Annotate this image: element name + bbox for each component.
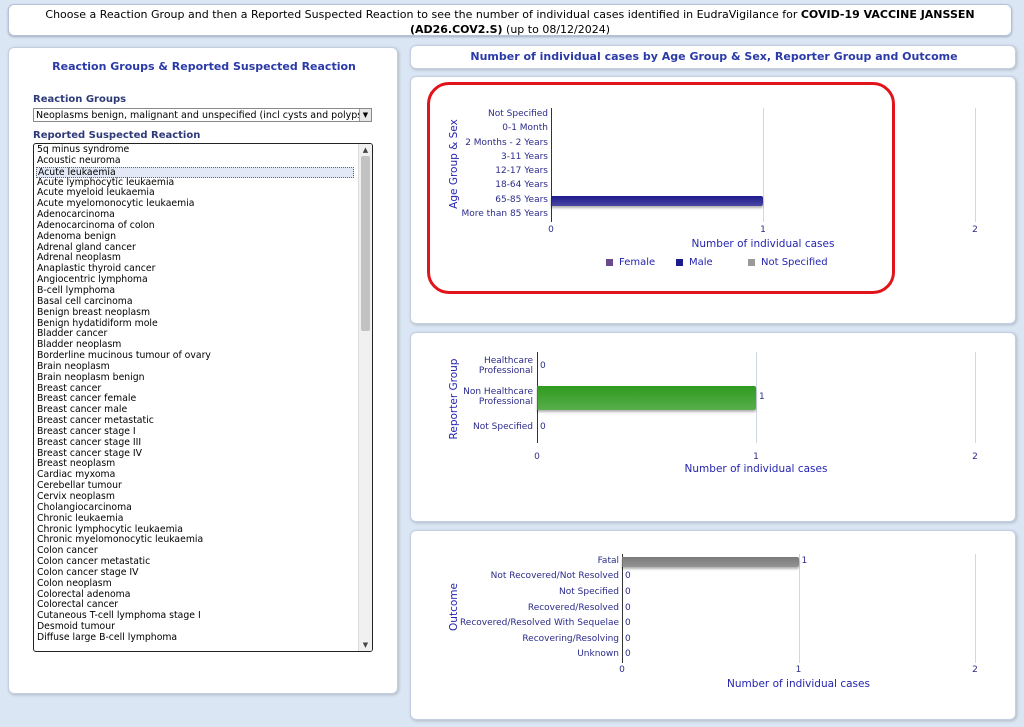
vaccine-name: COVID-19 VACCINE JANSSEN — [800, 8, 975, 21]
date-note: (up to 08/12/2024) — [502, 23, 611, 36]
gridline — [975, 352, 976, 443]
data-label: 0 — [625, 602, 631, 613]
data-bar[interactable] — [537, 385, 756, 410]
header-text: Choose a Reaction Group and then a Repor… — [45, 8, 801, 21]
y-tick-label: Fatal — [597, 555, 619, 566]
x-tick-label: 1 — [753, 452, 759, 462]
scroll-up-icon[interactable]: ▲ — [359, 144, 372, 156]
listbox-scrollbar[interactable]: ▲ ▼ — [358, 144, 372, 651]
charts-title: Number of individual cases by Age Group … — [470, 50, 958, 63]
y-tick-label: Recovering/Resolving — [522, 633, 619, 644]
data-bar[interactable] — [622, 556, 799, 567]
data-label: 1 — [759, 391, 765, 402]
highlight-circle — [427, 82, 895, 294]
data-label: 0 — [540, 421, 546, 432]
x-tick-label: 1 — [795, 665, 802, 675]
reaction-listbox[interactable]: 5q minus syndrome Acoustic neuroma Acute l… — [33, 143, 373, 652]
reaction-list-item[interactable]: Acute leukaemia — [36, 166, 354, 178]
reaction-list: 5q minus syndrome Acoustic neuroma Acute l… — [34, 144, 372, 644]
x-tick-label: 2 — [972, 225, 978, 235]
x-axis-title: Number of individual cases — [684, 463, 828, 475]
reaction-group-value: Neoplasms benign, malignant and unspecif… — [36, 110, 366, 121]
reaction-list-item[interactable]: Breast cancer stage III — [36, 437, 354, 449]
y-tick-label: Recovered/Resolved — [527, 602, 619, 613]
gridline — [975, 554, 976, 663]
reaction-groups-label: Reaction Groups — [33, 94, 127, 105]
y-tick-label: Healthcare Professional — [478, 356, 533, 377]
x-tick-label: 0 — [619, 665, 625, 675]
x-tick-label: 0 — [534, 452, 540, 462]
x-tick-label: 2 — [972, 452, 978, 462]
data-label: 0 — [625, 586, 631, 597]
gridline — [975, 108, 976, 222]
data-label: 0 — [540, 361, 546, 372]
reaction-selector-panel: Reaction Groups & Reported Suspected Rea… — [8, 47, 398, 694]
y-tick-label: Unknown — [577, 649, 619, 660]
x-axis-title: Number of individual cases — [727, 678, 870, 690]
x-tick-label: 2 — [972, 665, 978, 675]
reaction-list-item[interactable]: Adenoma benign — [36, 231, 354, 243]
scroll-down-icon[interactable]: ▼ — [359, 639, 372, 651]
data-label: 0 — [625, 633, 631, 644]
reaction-list-item[interactable]: Acoustic neuroma — [36, 155, 354, 167]
scroll-thumb[interactable] — [361, 156, 370, 331]
reported-reaction-label: Reported Suspected Reaction — [33, 130, 201, 141]
gridline — [756, 352, 757, 443]
reaction-group-select[interactable]: Neoplasms benign, malignant and unspecif… — [33, 108, 372, 122]
chevron-down-icon[interactable]: ▼ — [359, 109, 371, 121]
reaction-list-item[interactable]: Brain neoplasm benign — [36, 372, 354, 384]
reaction-list-item[interactable]: Benign breast neoplasm — [36, 307, 354, 319]
y-tick-label: Recovered/Resolved With Sequelae — [459, 618, 619, 629]
reaction-list-item[interactable]: Diffuse large B-cell lymphoma — [36, 632, 354, 644]
reaction-list-item[interactable]: Chronic leukaemia — [36, 513, 354, 525]
y-tick-label: Not Recovered/Not Resolved — [490, 571, 619, 582]
data-label: 1 — [801, 555, 808, 566]
page-header: Choose a Reaction Group and then a Repor… — [8, 4, 1012, 36]
data-label: 0 — [625, 571, 631, 582]
panel-title: Reaction Groups & Reported Suspected Rea… — [52, 60, 356, 73]
vaccine-code: (AD26.COV2.S) — [409, 23, 503, 36]
y-tick-label: Non Healthcare Professional — [463, 386, 533, 407]
charts-header: Number of individual cases by Age Group … — [410, 45, 1016, 69]
y-axis-line — [622, 554, 623, 663]
y-tick-label: Not Specified — [559, 586, 619, 597]
gridline — [798, 554, 800, 663]
data-label: 0 — [625, 618, 631, 629]
reaction-list-item[interactable]: Colon neoplasm — [36, 578, 354, 590]
y-tick-label: Not Specified — [473, 421, 533, 432]
data-label: 0 — [625, 649, 631, 660]
